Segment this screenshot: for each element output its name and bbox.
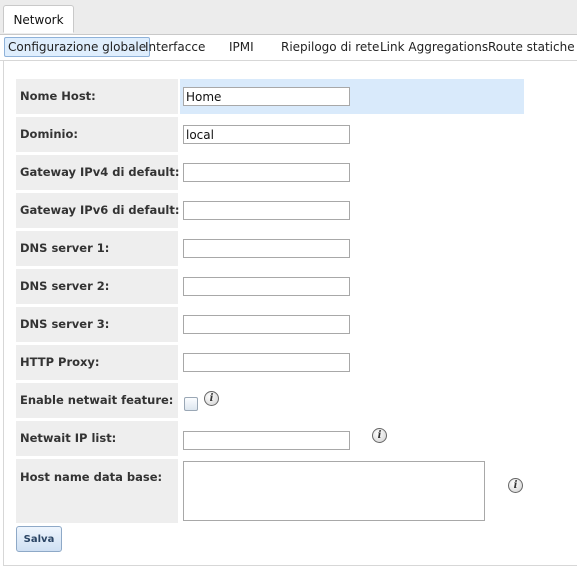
hostname-label: Nome Host: xyxy=(16,79,178,114)
subtab-route-statiche[interactable]: Route statiche xyxy=(485,37,577,57)
domain-label: Dominio: xyxy=(16,117,178,152)
dns3-cell xyxy=(180,307,524,342)
subtab-configurazione-globale[interactable]: Configurazione globale xyxy=(4,37,151,57)
subtab-ipmi[interactable]: IPMI xyxy=(226,37,257,57)
ipv4-gateway-cell xyxy=(180,155,524,190)
ipv4-gateway-label: Gateway IPv4 di default: xyxy=(16,155,179,190)
hosts-db-textarea[interactable] xyxy=(183,461,485,521)
tab-network[interactable]: Network xyxy=(3,5,74,33)
dns1-input[interactable] xyxy=(183,239,350,258)
netwait-ip-label: Netwait IP list: xyxy=(16,421,178,456)
window-tab-bar: Network xyxy=(0,0,577,35)
hostname-cell xyxy=(180,79,524,114)
dns1-cell xyxy=(180,231,524,266)
ipv6-gateway-input[interactable] xyxy=(183,201,350,220)
http-proxy-label: HTTP Proxy: xyxy=(16,345,178,380)
subtab-bar: Configurazione globale Interfacce IPMI R… xyxy=(0,35,577,60)
subtab-interfacce[interactable]: Interfacce xyxy=(142,37,208,57)
dns3-label: DNS server 3: xyxy=(16,307,178,342)
http-proxy-cell xyxy=(180,345,524,380)
ipv4-gateway-input[interactable] xyxy=(183,163,350,182)
dns2-cell xyxy=(180,269,524,304)
netwait-enabled-label: Enable netwait feature: xyxy=(16,383,178,418)
netwait-ip-input[interactable] xyxy=(183,431,350,450)
info-icon[interactable]: i xyxy=(372,428,387,443)
http-proxy-input[interactable] xyxy=(183,353,350,372)
hosts-db-label: Host name data base: xyxy=(16,459,178,523)
domain-cell xyxy=(180,117,524,152)
ipv6-gateway-label: Gateway IPv6 di default: xyxy=(16,193,179,228)
netwait-ip-cell: i xyxy=(180,421,524,456)
dns1-label: DNS server 1: xyxy=(16,231,178,266)
save-button[interactable]: Salva xyxy=(16,526,62,552)
info-icon[interactable]: i xyxy=(204,391,219,406)
subtab-link-aggregations[interactable]: Link Aggregations xyxy=(377,37,491,57)
hosts-db-cell: i xyxy=(180,459,524,523)
netwait-enabled-checkbox[interactable] xyxy=(184,397,198,411)
info-icon[interactable]: i xyxy=(508,478,523,493)
ipv6-gateway-cell xyxy=(180,193,524,228)
subtab-riepilogo-di-rete[interactable]: Riepilogo di rete xyxy=(278,37,382,57)
dns2-input[interactable] xyxy=(183,277,350,296)
netwait-enabled-cell: i xyxy=(180,383,524,418)
dns2-label: DNS server 2: xyxy=(16,269,178,304)
dns3-input[interactable] xyxy=(183,315,350,334)
domain-input[interactable] xyxy=(183,125,350,144)
hostname-input[interactable] xyxy=(183,87,350,106)
